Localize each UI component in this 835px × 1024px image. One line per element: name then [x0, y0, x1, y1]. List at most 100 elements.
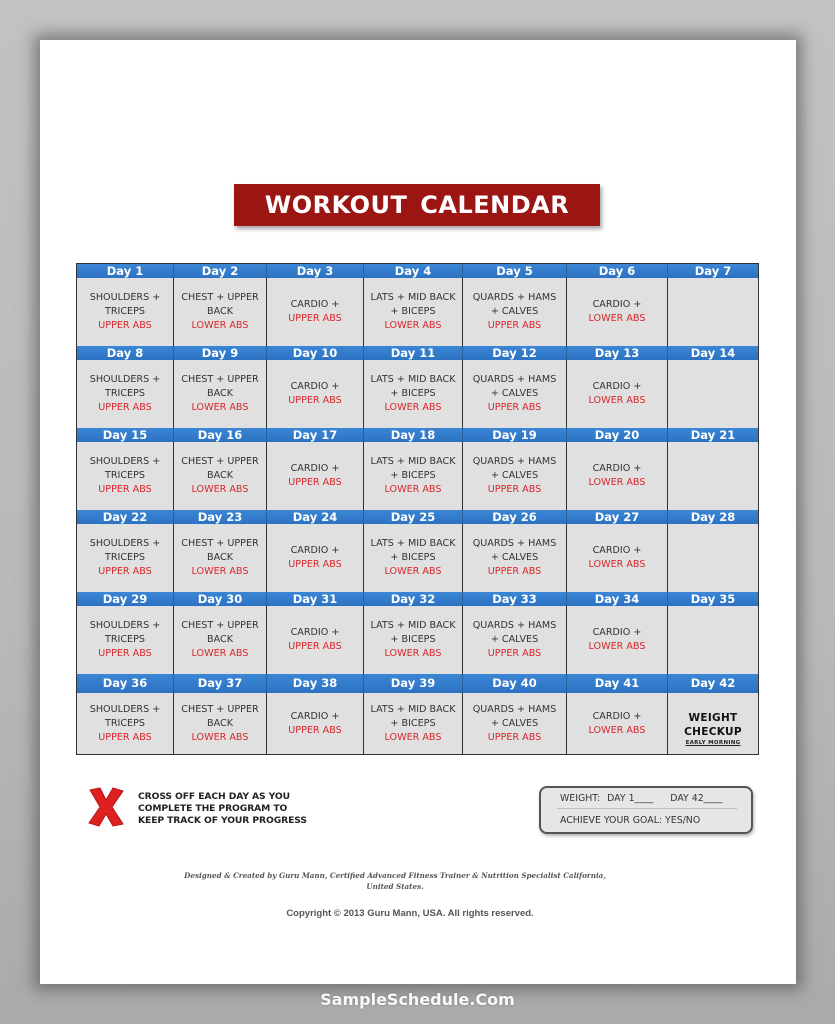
legend-line: KEEP TRACK OF YOUR PROGRESS [138, 815, 307, 826]
exercise-line: CHEST + UPPER [181, 292, 259, 303]
day-cell[interactable]: CARDIO + UPPER ABS [267, 278, 364, 346]
day-cell[interactable]: CHEST + UPPER BACK LOWER ABS [174, 278, 267, 346]
day-cell[interactable]: LATS + MID BACK + BICEPS LOWER ABS [364, 278, 463, 346]
abs-line: UPPER ABS [487, 731, 542, 743]
day-label: Day 36 [77, 674, 174, 693]
day-cell[interactable]: QUARDS + HAMS + CALVES UPPER ABS [463, 524, 567, 592]
week-header-row: Day 29 Day 30 Day 31 Day 32 Day 33 Day 34 Day … [77, 592, 758, 606]
day-label: Day 33 [463, 592, 567, 606]
exercise-line: + BICEPS [390, 306, 436, 317]
abs-line: LOWER ABS [191, 648, 249, 659]
day-cell[interactable]: CARDIO + UPPER ABS [267, 360, 364, 428]
day-cell[interactable]: LATS + MID BACK + BICEPS LOWER ABS [364, 360, 463, 428]
credit-line: United States. [366, 882, 424, 891]
day-label: Day 3 [267, 264, 364, 278]
day-cell[interactable]: CARDIO + LOWER ABS [567, 442, 668, 510]
day-label: Day 24 [267, 510, 364, 524]
day-cell[interactable]: CARDIO + UPPER ABS [267, 442, 364, 510]
day-cell[interactable]: CARDIO + UPPER ABS [267, 606, 364, 674]
day-cell[interactable] [668, 278, 758, 346]
day-cell[interactable]: CARDIO + UPPER ABS [267, 524, 364, 592]
week-row: SHOULDERS + TRICEPS UPPER ABS CHEST + UPPER… [77, 693, 758, 754]
week-row: SHOULDERS + TRICEPS UPPER ABS CHEST + UPPER… [77, 360, 758, 428]
day-label: Day 39 [364, 674, 463, 693]
red-x-icon [88, 787, 124, 827]
day-cell[interactable]: SHOULDERS + TRICEPS UPPER ABS [77, 524, 174, 592]
day-cell[interactable] [668, 360, 758, 428]
day-label: Day 16 [174, 428, 267, 442]
day-cell[interactable]: CARDIO + LOWER ABS [567, 524, 668, 592]
abs-line: LOWER ABS [191, 402, 249, 413]
day-cell[interactable]: QUARDS + HAMS + CALVES UPPER ABS [463, 278, 567, 346]
day-label: Day 21 [690, 428, 736, 442]
abs-line: UPPER ABS [98, 648, 152, 659]
day-cell[interactable]: CARDIO + UPPER ABS [267, 693, 364, 754]
day-cell[interactable]: CARDIO + LOWER ABS [567, 360, 668, 428]
day-cell[interactable]: WEIGHT CHECKUP EARLY MORNING [668, 693, 758, 754]
watermark: SampleSchedule.Com [320, 990, 515, 1009]
exercise-line: CARDIO + [592, 627, 642, 638]
day-cell[interactable]: CHEST + UPPER BACK LOWER ABS [174, 360, 267, 428]
day-cell[interactable]: QUARDS + HAMS + CALVES UPPER ABS [463, 360, 567, 428]
day-cell[interactable]: LATS + MID BACK + BICEPS LOWER ABS [364, 693, 463, 754]
exercise-line: + BICEPS [390, 634, 436, 645]
day-cell[interactable]: CARDIO + LOWER ABS [567, 606, 668, 674]
day-cell[interactable]: CHEST + UPPER BACK LOWER ABS [174, 606, 267, 674]
exercise-line: TRICEPS [105, 470, 145, 481]
abs-line: UPPER ABS [288, 477, 342, 488]
exercise-line: LATS + MID BACK [370, 703, 456, 715]
day-cell[interactable]: CHEST + UPPER BACK LOWER ABS [174, 524, 267, 592]
exercise-line: BACK [207, 717, 233, 729]
abs-line: UPPER ABS [487, 320, 542, 331]
day-cell[interactable]: LATS + MID BACK + BICEPS LOWER ABS [364, 524, 463, 592]
exercise-line: CARDIO + [592, 299, 642, 310]
abs-line: UPPER ABS [288, 641, 342, 652]
designer-credit: Designed & Created by Guru Mann, Certifi… [160, 870, 630, 892]
day-cell[interactable]: SHOULDERS + TRICEPS UPPER ABS [77, 606, 174, 674]
day-cell[interactable]: SHOULDERS + TRICEPS UPPER ABS [77, 442, 174, 510]
day-label: Day 5 [463, 264, 567, 278]
exercise-line: SHOULDERS + [89, 703, 161, 715]
week-header-row: Day 1 Day 2 Day 3 Day 4 Day 5 Day 6 Day 7 [77, 264, 758, 278]
day-cell[interactable]: CARDIO + LOWER ABS [567, 278, 668, 346]
day-label: Day 28 [690, 510, 736, 524]
day-label: Day 12 [463, 346, 567, 360]
day-cell[interactable]: SHOULDERS + TRICEPS UPPER ABS [77, 693, 174, 754]
exercise-line: CARDIO + [592, 710, 642, 722]
day-cell[interactable]: CHEST + UPPER BACK LOWER ABS [174, 693, 267, 754]
day-cell[interactable]: CHEST + UPPER BACK LOWER ABS [174, 442, 267, 510]
weight-checkup-label: CHECKUP [684, 725, 742, 738]
day-cell[interactable]: SHOULDERS + TRICEPS UPPER ABS [77, 278, 174, 346]
day-label: Day 17 [267, 428, 364, 442]
exercise-line: CARDIO + [290, 463, 340, 474]
day-cell[interactable]: QUARDS + HAMS + CALVES UPPER ABS [463, 693, 567, 754]
weight-day1-field: DAY 1____ [607, 793, 654, 804]
exercise-line: CHEST + UPPER [181, 456, 259, 467]
day-cell[interactable]: LATS + MID BACK + BICEPS LOWER ABS [364, 442, 463, 510]
day-label: Day 20 [567, 428, 668, 442]
day-cell[interactable] [668, 442, 758, 510]
exercise-line: + BICEPS [390, 552, 436, 563]
day-cell[interactable]: LATS + MID BACK + BICEPS LOWER ABS [364, 606, 463, 674]
day-label: Day 1 [77, 264, 174, 278]
day-label: Day 10 [267, 346, 364, 360]
exercise-line: + CALVES [490, 470, 539, 481]
day-cell[interactable]: CARDIO + LOWER ABS [567, 693, 668, 754]
day-cell[interactable] [668, 524, 758, 592]
day-cell[interactable]: QUARDS + HAMS + CALVES UPPER ABS [463, 442, 567, 510]
exercise-line: TRICEPS [105, 388, 145, 399]
day-label: Day 32 [364, 592, 463, 606]
day-label: Day 2 [174, 264, 267, 278]
day-cell[interactable] [668, 606, 758, 674]
exercise-line: CARDIO + [290, 710, 340, 722]
day-cell[interactable]: QUARDS + HAMS + CALVES UPPER ABS [463, 606, 567, 674]
abs-line: UPPER ABS [487, 484, 542, 495]
abs-line: LOWER ABS [384, 731, 442, 743]
exercise-line: TRICEPS [105, 717, 145, 729]
abs-line: LOWER ABS [588, 559, 646, 570]
week-row: SHOULDERS + TRICEPS UPPER ABS CHEST + UPPER… [77, 278, 758, 346]
day-cell[interactable]: SHOULDERS + TRICEPS UPPER ABS [77, 360, 174, 428]
exercise-line: SHOULDERS + [89, 538, 161, 549]
exercise-line: CARDIO + [592, 381, 642, 392]
exercise-line: TRICEPS [105, 634, 145, 645]
